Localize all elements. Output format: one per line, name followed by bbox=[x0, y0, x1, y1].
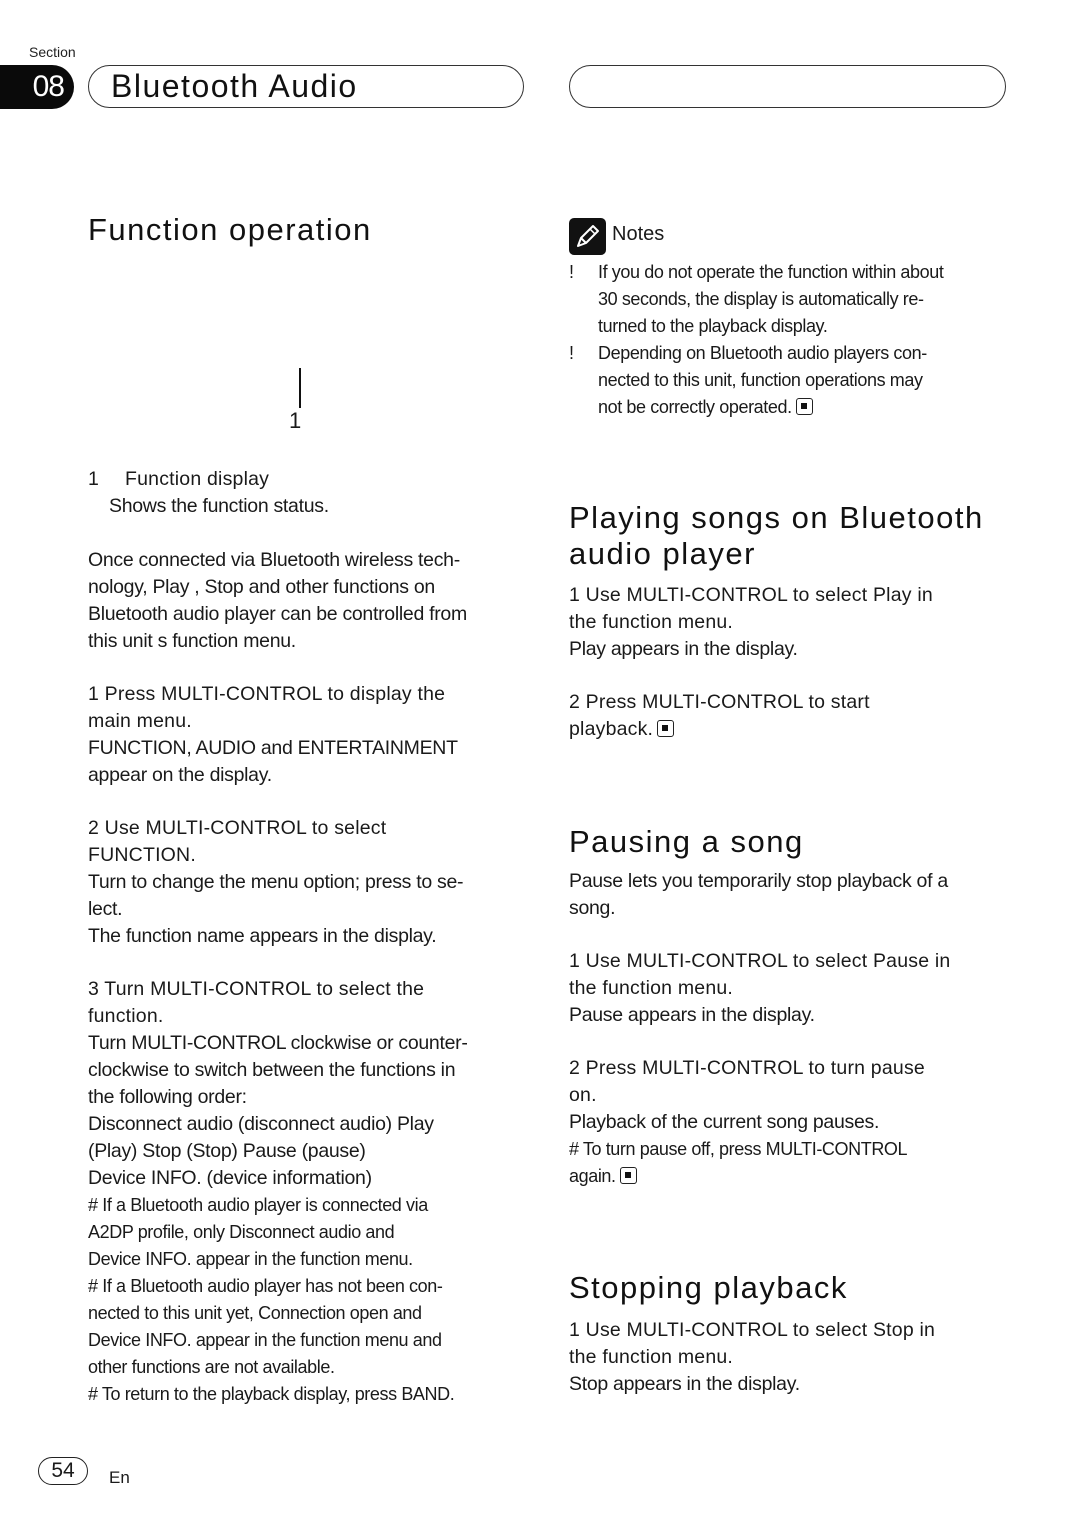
step1-desc: FUNCTION, AUDIO and ENTERTAINMENT bbox=[88, 737, 458, 759]
pause-tip: again. bbox=[569, 1166, 616, 1186]
section-title: Bluetooth Audio bbox=[111, 68, 358, 104]
legend-number: 1 bbox=[88, 468, 100, 490]
note-line: If you do not operate the function withi… bbox=[598, 262, 944, 282]
pause-step2-desc: Playback of the current song pauses. bbox=[569, 1111, 880, 1133]
pause-step2: on. bbox=[569, 1084, 597, 1106]
note-line: nected to this unit, function operations… bbox=[598, 370, 923, 390]
tip-line: A2DP profile, only Disconnect audio and bbox=[88, 1222, 395, 1242]
step1-desc: appear on the display. bbox=[88, 764, 272, 786]
pause-tip: # To turn pause off, press MULTI-CONTROL bbox=[569, 1139, 908, 1159]
play-step1-desc: Play appears in the display. bbox=[569, 638, 798, 660]
heading-pausing: Pausing a song bbox=[569, 824, 804, 859]
intro-line: this unit s function menu. bbox=[88, 630, 296, 652]
stop-step1: 1 Use MULTI-CONTROL to select Stop in bbox=[569, 1319, 936, 1341]
intro-line: nology, Play , Stop and other functions … bbox=[88, 576, 435, 598]
tip-line: # If a Bluetooth audio player has not be… bbox=[88, 1276, 443, 1296]
end-mark-icon bbox=[657, 720, 675, 737]
step2-title: FUNCTION. bbox=[88, 844, 196, 866]
step1-title: main menu. bbox=[88, 710, 192, 732]
step3-title: function. bbox=[88, 1005, 164, 1027]
figure-callout-number: 1 bbox=[289, 408, 302, 433]
stop-step1: the function menu. bbox=[569, 1346, 734, 1368]
tip-line: # To return to the playback display, pre… bbox=[88, 1384, 455, 1404]
empty-title-box bbox=[569, 65, 1006, 108]
step3-title: 3 Turn MULTI-CONTROL to select the bbox=[88, 978, 425, 1000]
language-code: En bbox=[109, 1468, 130, 1487]
section-number-badge: 08 bbox=[0, 65, 74, 109]
heading-playing-songs: Playing songs on Bluetooth bbox=[569, 500, 984, 535]
play-step2: playback. bbox=[569, 718, 654, 740]
play-step2: 2 Press MULTI-CONTROL to start bbox=[569, 691, 870, 713]
pause-intro: Pause lets you temporarily stop playback… bbox=[569, 870, 948, 892]
tip-line: Device INFO. appear in the function menu… bbox=[88, 1330, 442, 1350]
pencil-icon bbox=[569, 218, 606, 255]
step2-desc: lect. bbox=[88, 898, 123, 920]
notes-title: Notes bbox=[612, 223, 665, 245]
section-title-box: Bluetooth Audio bbox=[88, 65, 524, 108]
note-bullet: ! bbox=[569, 262, 574, 282]
pause-intro: song. bbox=[569, 897, 616, 919]
function-order: (Play) Stop (Stop) Pause (pause) bbox=[88, 1140, 366, 1162]
end-mark-icon bbox=[795, 398, 813, 415]
heading-stopping: Stopping playback bbox=[569, 1270, 848, 1305]
legend-label: Function display bbox=[125, 468, 270, 490]
function-order: Disconnect audio (disconnect audio) Play bbox=[88, 1113, 434, 1135]
step3-desc: the following order: bbox=[88, 1086, 247, 1108]
step3-desc: clockwise to switch between the function… bbox=[88, 1059, 456, 1081]
section-label: Section bbox=[29, 44, 76, 60]
pause-step1-desc: Pause appears in the display. bbox=[569, 1004, 815, 1026]
heading-playing-songs: audio player bbox=[569, 536, 756, 571]
step2-title: 2 Use MULTI-CONTROL to select bbox=[88, 817, 387, 839]
step2-desc: Turn to change the menu option; press to… bbox=[88, 871, 464, 893]
intro-line: Bluetooth audio player can be controlled… bbox=[88, 603, 467, 625]
pause-step1: 1 Use MULTI-CONTROL to select Pause in bbox=[569, 950, 951, 972]
note-line: Depending on Bluetooth audio players con… bbox=[598, 343, 927, 363]
page-number: 54 bbox=[38, 1457, 88, 1485]
tip-line: # If a Bluetooth audio player is connect… bbox=[88, 1195, 428, 1215]
note-line: turned to the playback display. bbox=[598, 316, 828, 336]
play-step1: 1 Use MULTI-CONTROL to select Play in bbox=[569, 584, 933, 606]
play-step1: the function menu. bbox=[569, 611, 734, 633]
heading-function-operation: Function operation bbox=[88, 212, 372, 247]
step3-desc: Turn MULTI-CONTROL clockwise or counter- bbox=[88, 1032, 468, 1054]
intro-line: Once connected via Bluetooth wireless te… bbox=[88, 549, 460, 571]
function-order: Device INFO. (device information) bbox=[88, 1167, 372, 1189]
pencil-glyph bbox=[577, 225, 599, 247]
note-line: not be correctly operated. bbox=[598, 397, 792, 417]
tip-line: nected to this unit yet, Connection open… bbox=[88, 1303, 422, 1323]
note-bullet: ! bbox=[569, 343, 574, 363]
section-number: 08 bbox=[32, 70, 65, 103]
step1-title: 1 Press MULTI-CONTROL to display the bbox=[88, 683, 446, 705]
step2-desc: The function name appears in the display… bbox=[88, 925, 437, 947]
end-mark-icon bbox=[619, 1167, 637, 1184]
pause-step2: 2 Press MULTI-CONTROL to turn pause bbox=[569, 1057, 925, 1079]
tip-line: Device INFO. appear in the function menu… bbox=[88, 1249, 413, 1269]
stop-step1-desc: Stop appears in the display. bbox=[569, 1373, 800, 1395]
legend-description: Shows the function status. bbox=[109, 495, 329, 517]
figure-callout-line bbox=[299, 368, 301, 408]
note-line: 30 seconds, the display is automatically… bbox=[598, 289, 924, 309]
pause-step1: the function menu. bbox=[569, 977, 734, 999]
tip-line: other functions are not available. bbox=[88, 1357, 335, 1377]
